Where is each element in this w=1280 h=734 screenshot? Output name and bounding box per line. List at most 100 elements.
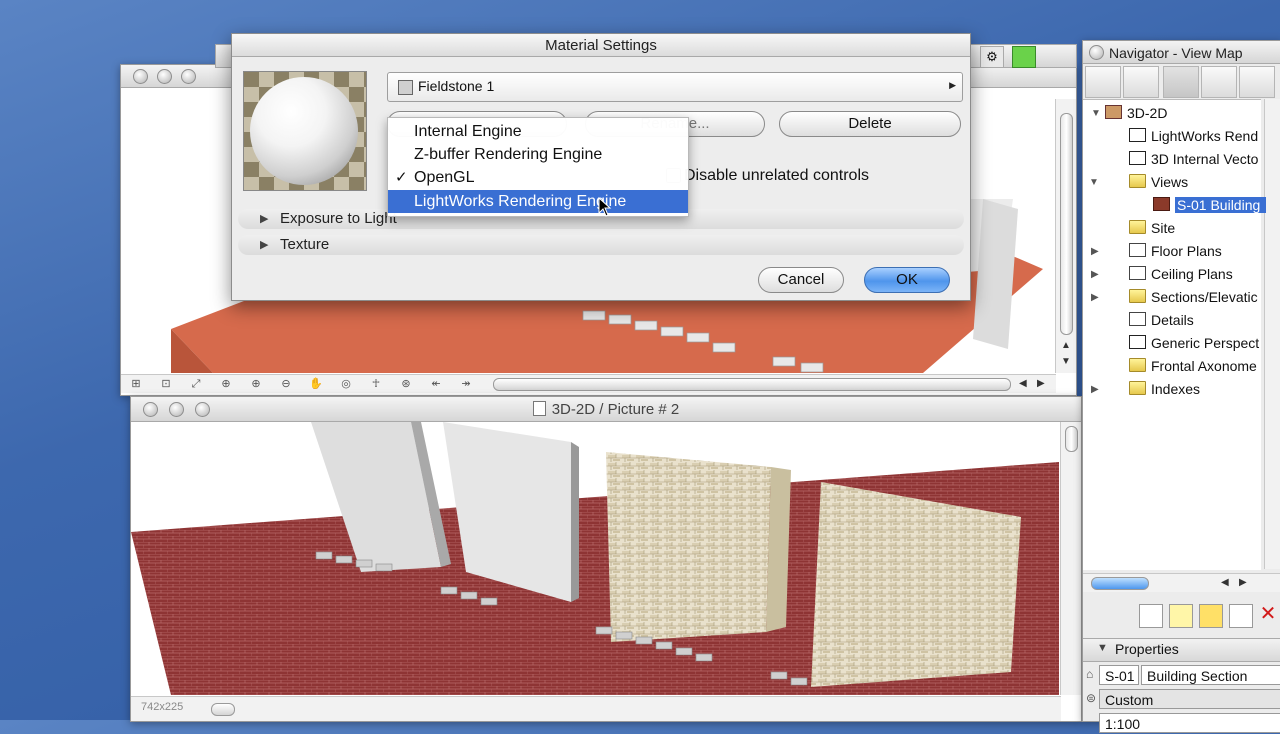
scroll-up-arrow-icon[interactable]: ▲ [1061,340,1071,351]
navigator-close-button[interactable] [1089,45,1104,60]
picture-window-titlebar[interactable]: 3D-2D / Picture # 2 [131,397,1081,422]
previous-zoom-icon[interactable]: ↞ [425,376,447,392]
clone-folder-icon[interactable] [1199,604,1223,628]
zoom-in-box-icon[interactable]: ⊡ [155,376,177,392]
menu-item-opengl[interactable]: ✓ OpenGL [388,166,688,189]
stone-wall-2 [811,482,1021,687]
layout-book-icon[interactable] [1201,66,1237,98]
house-icon [1105,105,1122,119]
settings-view-icon[interactable] [1229,604,1253,628]
new-view-icon[interactable] [1139,604,1163,628]
project-map-icon[interactable] [1085,66,1121,98]
walk-icon[interactable]: ☥ [365,376,387,392]
fit-view-icon[interactable]: ⤢ [185,376,207,392]
section-label: Exposure to Light [280,210,397,227]
scroll-left-arrow-icon[interactable]: ◀ [1221,577,1229,588]
prop-custom-field[interactable]: Custom [1099,689,1280,709]
section-icon [1153,197,1170,211]
picture-hscroll-thumb[interactable] [211,703,235,716]
next-zoom-icon[interactable]: ↠ [455,376,477,392]
scroll-right-arrow-icon[interactable]: ▶ [1037,378,1045,389]
disclosure-triangle-icon: ▶ [260,213,269,225]
cancel-button-label: Cancel [777,271,825,288]
properties-bar[interactable]: ▼ Properties [1083,638,1280,662]
picture-window-title: 3D-2D / Picture # 2 [551,401,680,418]
folder-view-icon[interactable] [1163,66,1199,98]
prop-scale-field[interactable]: 1:100 [1099,713,1280,733]
view-map-house-icon[interactable] [1123,66,1159,98]
disclosure-closed-icon[interactable]: ▶ [1091,378,1099,401]
scroll-down-arrow-icon[interactable]: ▼ [1061,356,1071,367]
plan-icon [1129,243,1146,257]
ok-button-label: OK [896,271,918,288]
orbit-icon[interactable]: ◎ [335,376,357,392]
prop-id-field[interactable]: S-01 [1099,665,1139,685]
picture-vscroll-thumb[interactable] [1065,426,1078,452]
back-vscroll-thumb[interactable] [1060,113,1073,335]
picture-vertical-scrollbar[interactable] [1060,422,1081,695]
menu-item-internal-engine[interactable]: Internal Engine [388,120,688,143]
disclosure-closed-icon[interactable]: ▶ [1091,240,1099,263]
material-popup[interactable]: Fieldstone 1 ▶ [387,72,963,102]
axon-icon [1129,358,1146,372]
dialog-titlebar[interactable]: Material Settings [232,34,970,57]
disclosure-open-icon[interactable]: ▼ [1091,102,1101,125]
disclosure-open-icon[interactable]: ▼ [1089,171,1099,194]
new-folder-icon[interactable] [1169,604,1193,628]
navigator-horizontal-scrollbar: ◀ ▶ [1083,573,1280,592]
zoom-in-icon[interactable]: ⊕ [215,376,237,392]
back-vertical-scrollbar[interactable]: ▲ ▼ [1055,99,1076,373]
folder-icon [1129,381,1146,395]
disclosure-triangle-icon: ▶ [260,239,269,251]
properties-label: Properties [1115,641,1179,657]
back-hscroll-thumb[interactable] [493,378,1011,391]
disable-unrelated-label: Disable unrelated controls [684,167,869,184]
dialog-title: Material Settings [545,37,657,54]
menu-item-lightworks-engine[interactable]: LightWorks Rendering Engine [388,190,688,213]
scroll-right-arrow-icon[interactable]: ▶ [1239,577,1247,588]
delete-x-icon[interactable]: ✕ [1257,602,1279,626]
folder-icon [1129,174,1146,188]
folder-icon [1129,220,1146,234]
preview-sphere [250,77,358,185]
pan-hand-icon[interactable]: ✋ [305,376,327,392]
picture-window: 3D-2D / Picture # 2 742x225 [130,396,1082,722]
prop-name-field[interactable]: Building Section [1141,665,1280,685]
navigator-hscroll-thumb[interactable] [1091,577,1149,590]
section-texture[interactable]: ▶ Texture [238,235,964,255]
minimize-button[interactable] [157,69,172,84]
publisher-sets-icon[interactable] [1239,66,1275,98]
camera-icon [1129,128,1146,142]
zoom-button[interactable] [181,69,196,84]
ok-button[interactable]: OK [864,267,950,293]
navigator-titlebar[interactable]: Navigator - View Map [1083,41,1280,64]
picture-size-readout: 742x225 [141,701,184,713]
render-settings-icon[interactable]: ⚙ [980,46,1004,68]
house-small-icon: ⌂ [1086,667,1094,681]
scroll-left-arrow-icon[interactable]: ◀ [1019,378,1027,389]
view-tool-icon[interactable]: ⊞ [125,376,147,392]
rendered-picture[interactable] [131,422,1059,695]
close-button[interactable] [133,69,148,84]
cancel-button[interactable]: Cancel [758,267,844,293]
magnify-icon[interactable]: ⊕ [245,376,267,392]
section-icon [1129,289,1146,303]
picture-doc-icon [532,401,546,416]
mouse-cursor-icon [598,197,612,217]
delete-button[interactable]: Delete [779,111,961,137]
section-label: Texture [280,236,330,253]
disclosure-closed-icon[interactable]: ▶ [1091,263,1099,286]
camera-icon [1129,335,1146,349]
explore-icon[interactable]: ⊛ [395,376,417,392]
checkmark-icon: ✓ [395,169,408,186]
scale-small-icon: ⊜ [1086,691,1097,705]
navigator-vertical-scrollbar[interactable] [1264,99,1280,569]
engine-dropdown-menu: Internal Engine Z-buffer Rendering Engin… [387,117,689,217]
status-indicator-icon[interactable] [1012,46,1036,68]
navigator-palette: Navigator - View Map ▼ 3D-2D LightWorks … [1082,40,1280,733]
zoom-out-icon[interactable]: ⊖ [275,376,297,392]
disclosure-closed-icon[interactable]: ▶ [1091,286,1099,309]
menu-item-zbuffer-engine[interactable]: Z-buffer Rendering Engine [388,143,688,166]
navigator-title: Navigator - View Map [1109,45,1243,61]
delete-button-label: Delete [848,115,892,132]
